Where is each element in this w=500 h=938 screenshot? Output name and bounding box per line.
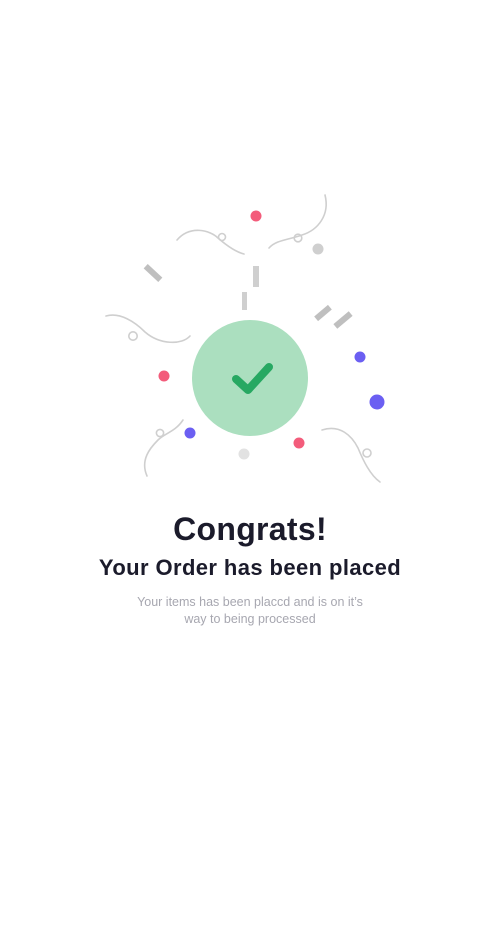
confetti-dot-pink [293,437,305,449]
confetti-dot-pink [158,370,170,382]
confetti-dot-purple [184,427,196,439]
confetti-streamer-loop [128,330,139,341]
confetti-dot-pink [250,210,262,222]
confetti-streamer [268,194,327,249]
confetti-streamer [143,419,184,477]
confetti-bar [333,311,353,329]
success-title: Congrats! [173,511,327,547]
confetti-streamer [176,229,245,255]
confetti-streamer [105,314,191,344]
confetti-streamer-loop [362,448,372,458]
order-success-screen: Congrats! Your Order has been placed You… [0,0,500,938]
confetti-bar [242,292,247,310]
confetti-streamer [321,427,381,483]
confetti-illustration [105,194,385,483]
confetti-dot-gray [238,448,250,460]
confetti-dot-gray [312,243,324,255]
success-subtitle: Your Order has been placed [98,555,402,580]
confetti-dot-purple [354,351,366,363]
confetti-dot-purple [369,394,385,410]
success-badge [192,320,308,436]
confetti-bar [143,263,163,283]
confetti-bar [314,304,332,322]
success-message: Your items has been placcd and is on it’… [137,595,363,626]
confetti-streamer-loop [155,428,165,438]
confetti-streamer-loop [217,232,227,242]
confetti-streamer-loop [293,233,303,243]
confetti-bar [253,266,259,287]
